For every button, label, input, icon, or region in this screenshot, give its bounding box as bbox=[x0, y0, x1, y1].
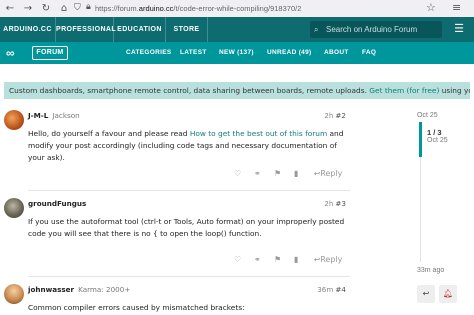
post-time: 2h bbox=[324, 199, 334, 208]
hamburger-icon[interactable]: ☰ bbox=[450, 21, 468, 38]
heart-icon[interactable]: ♡ bbox=[234, 169, 241, 178]
post-4: johnwasser Karma: 2000+ 36m #4 Common comp… bbox=[0, 282, 354, 315]
author-username: johnwasser bbox=[28, 285, 75, 294]
post-body-text: Common compiler errors caused by mismatc… bbox=[28, 303, 245, 312]
post-body-link[interactable]: How to get the best out of this forum bbox=[190, 129, 327, 138]
avatar[interactable] bbox=[4, 284, 24, 304]
back-icon[interactable]: ← bbox=[4, 3, 16, 14]
tab-education[interactable]: EDUCATION bbox=[114, 17, 166, 42]
timeline-counter: 1 / 3 bbox=[427, 128, 442, 137]
home-icon[interactable]: ⌂ bbox=[58, 3, 70, 14]
tab-arduino-cc[interactable]: ARDUINO.CC bbox=[0, 17, 56, 42]
post-divider bbox=[28, 276, 350, 277]
forward-icon[interactable]: → bbox=[22, 3, 34, 14]
bookmark-icon[interactable]: ▮ bbox=[294, 169, 298, 178]
reply-label: Reply bbox=[320, 255, 343, 264]
forum-main-nav: ∞ FORUM CATEGORIES LATEST NEW (137) UNRE… bbox=[0, 42, 474, 64]
nav-new[interactable]: NEW (137) bbox=[219, 42, 254, 64]
arduino-topbar: ARDUINO.CC PROFESSIONAL EDUCATION STORE … bbox=[0, 17, 474, 42]
author-username: J-M-L bbox=[28, 111, 49, 120]
post-actions: ♡ ⚭ ⚑ ▮ ↩ Reply bbox=[228, 255, 352, 267]
reply-button[interactable]: ↩ Reply bbox=[314, 169, 342, 178]
reload-icon[interactable]: ↻ bbox=[40, 3, 52, 14]
browser-toolbar: ← → ↻ ⌂ ⛉ 🔒︎ https://forum.arduino.cc/t/… bbox=[0, 0, 474, 17]
bell-icon: 🔔︎ bbox=[442, 289, 454, 298]
post-body-text: Hello, do yourself a favour and please r… bbox=[28, 129, 190, 138]
tab-store[interactable]: STORE bbox=[166, 17, 208, 42]
reply-button[interactable]: ↩ Reply bbox=[314, 255, 342, 264]
flag-icon[interactable]: ⚑ bbox=[274, 255, 281, 264]
url-prefix: https://forum. bbox=[95, 4, 139, 13]
tab-professional[interactable]: PROFESSIONAL bbox=[56, 17, 116, 42]
timeline-start-date[interactable]: Oct 25 bbox=[417, 112, 438, 119]
post-number: #2 bbox=[335, 111, 346, 120]
post-divider bbox=[28, 190, 350, 191]
bookmark-icon[interactable]: ▮ bbox=[294, 255, 298, 264]
post-actions: ♡ ⚭ ⚑ ▮ ↩ Reply bbox=[228, 169, 352, 181]
post-body: If you use the autoformat tool (ctrl-t o… bbox=[28, 216, 348, 240]
search-icon: ⌕ bbox=[314, 25, 319, 34]
post-time: 2h bbox=[324, 111, 334, 120]
post-meta[interactable]: 2h #2 bbox=[324, 111, 346, 120]
heart-icon[interactable]: ♡ bbox=[234, 255, 241, 264]
search-placeholder: Search on Arduino Forum bbox=[326, 25, 418, 34]
banner-text: Custom dashboards, smartphone remote con… bbox=[9, 86, 370, 95]
promo-banner: Custom dashboards, smartphone remote con… bbox=[4, 82, 470, 99]
nav-about[interactable]: ABOUT bbox=[324, 42, 349, 64]
nav-unread[interactable]: UNREAD (49) bbox=[267, 42, 311, 64]
post-number: #4 bbox=[335, 285, 346, 294]
post-3: groundFungus 2h #3 If you use the autofor… bbox=[0, 196, 354, 274]
topic-timeline: Oct 25 1 / 3 Oct 25 33m ago ↩ 🔔︎ bbox=[410, 110, 474, 310]
notification-button[interactable]: 🔔︎ bbox=[439, 285, 457, 303]
post-number: #3 bbox=[335, 199, 346, 208]
post-author[interactable]: johnwasser Karma: 2000+ bbox=[28, 285, 130, 294]
post-time: 36m bbox=[317, 285, 334, 294]
link-icon[interactable]: ⚭ bbox=[254, 255, 261, 264]
forum-logo-label: FORUM bbox=[32, 46, 68, 60]
post-2: J-M-L Jackson 2h #2 Hello, do yourself a f… bbox=[0, 108, 354, 188]
url-path: /t/code-error-while-compiling/918370/2 bbox=[173, 4, 302, 13]
post-author[interactable]: groundFungus bbox=[28, 199, 86, 208]
post-body-text: If you use the autoformat tool (ctrl-t o… bbox=[28, 217, 345, 238]
post-author[interactable]: J-M-L Jackson bbox=[28, 111, 80, 120]
url-bar[interactable]: https://forum.arduino.cc/t/code-error-wh… bbox=[95, 2, 415, 15]
reply-label: Reply bbox=[320, 169, 343, 178]
author-subtitle: Jackson bbox=[52, 111, 80, 120]
banner-text-end: using your forum account! bbox=[441, 86, 470, 95]
banner-link[interactable]: Get them (for free) bbox=[369, 86, 439, 95]
post-meta[interactable]: 36m #4 bbox=[317, 285, 346, 294]
avatar[interactable] bbox=[4, 198, 24, 218]
forum-logo[interactable]: ∞ FORUM bbox=[6, 46, 68, 60]
timeline-current-date: Oct 25 bbox=[427, 137, 448, 144]
post-body: Common compiler errors caused by mismatc… bbox=[28, 302, 348, 314]
post-meta[interactable]: 2h #3 bbox=[324, 199, 346, 208]
reply-to-topic-button[interactable]: ↩ bbox=[417, 285, 435, 303]
author-username: groundFungus bbox=[28, 199, 87, 208]
timeline-last-activity[interactable]: 33m ago bbox=[417, 267, 444, 274]
bookmark-star-icon[interactable]: ☆ bbox=[426, 1, 436, 14]
timeline-handle[interactable] bbox=[419, 122, 422, 157]
nav-latest[interactable]: LATEST bbox=[180, 42, 207, 64]
search-input[interactable]: ⌕ Search on Arduino Forum bbox=[310, 21, 442, 38]
reply-arrow-icon: ↩ bbox=[422, 289, 430, 298]
avatar[interactable] bbox=[4, 110, 24, 130]
lock-icon[interactable]: 🔒︎ bbox=[86, 2, 91, 12]
post-body: Hello, do yourself a favour and please r… bbox=[28, 128, 348, 164]
link-icon[interactable]: ⚭ bbox=[254, 169, 261, 178]
flag-icon[interactable]: ⚑ bbox=[274, 169, 281, 178]
url-domain: arduino.cc bbox=[138, 4, 174, 13]
arduino-infinity-logo-icon: ∞ bbox=[6, 46, 15, 60]
menu-icon[interactable]: ≡ bbox=[452, 1, 461, 14]
nav-faq[interactable]: FAQ bbox=[362, 42, 376, 64]
shield-icon[interactable]: ⛉ bbox=[74, 3, 81, 13]
author-subtitle: Karma: 2000+ bbox=[78, 285, 131, 294]
nav-categories[interactable]: CATEGORIES bbox=[126, 42, 172, 64]
